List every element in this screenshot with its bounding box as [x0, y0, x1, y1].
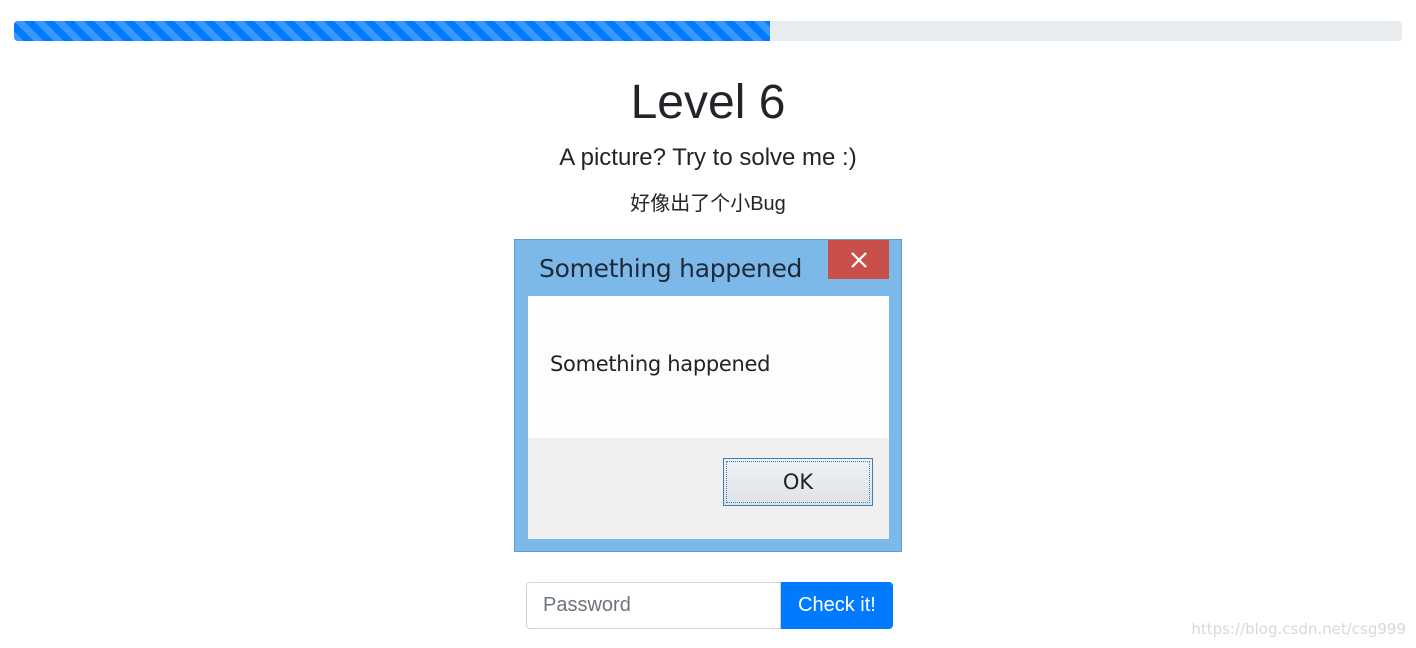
password-form: Check it!: [526, 582, 893, 629]
dialog-ok-button-image: OK: [723, 458, 873, 506]
check-button[interactable]: Check it!: [781, 582, 893, 629]
progress-fill: [14, 21, 771, 41]
dialog-title: Something happened: [539, 254, 803, 283]
close-icon: [828, 240, 889, 279]
page-title: Level 6: [630, 76, 786, 129]
page-subtitle: A picture? Try to solve me :): [559, 144, 857, 171]
level-progress-bar: [14, 21, 1402, 41]
watermark: https://blog.csdn.net/csg999: [1191, 620, 1406, 638]
hint-text: 好像出了个小Bug: [630, 193, 786, 215]
dialog-footer: OK: [528, 438, 889, 539]
close-x-glyph: [850, 251, 867, 268]
puzzle-image: Something happened Something happened OK: [514, 239, 902, 552]
dialog-message: Something happened: [550, 352, 771, 376]
password-input[interactable]: [526, 582, 781, 629]
dialog-body: Something happened: [528, 296, 889, 438]
